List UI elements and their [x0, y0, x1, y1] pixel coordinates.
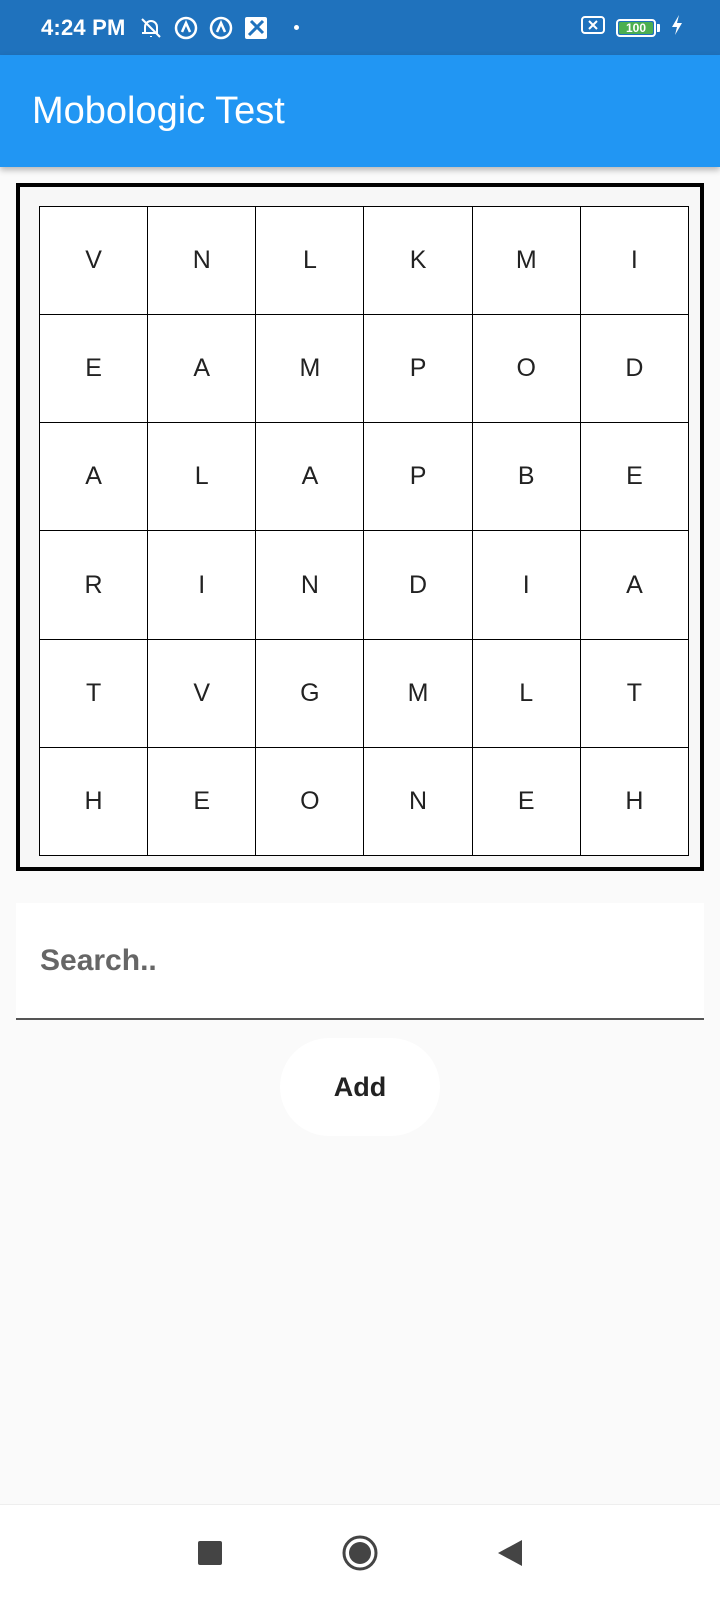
- grid-cell: P: [364, 315, 473, 424]
- grid-cell: B: [472, 423, 581, 532]
- grid-cell: P: [364, 423, 473, 532]
- grid-cell: H: [580, 747, 689, 856]
- grid-cell: N: [148, 207, 257, 316]
- grid-cell: D: [364, 531, 473, 640]
- grid-cell: T: [580, 639, 689, 748]
- grid-cell: L: [256, 207, 365, 316]
- grid-cell: I: [580, 207, 689, 316]
- add-button[interactable]: Add: [280, 1038, 440, 1136]
- grid-cell: O: [256, 747, 365, 856]
- battery-level: 100: [625, 20, 647, 35]
- circle-a-icon: [208, 15, 234, 41]
- grid-cell: L: [148, 423, 257, 532]
- search-input[interactable]: [16, 943, 704, 978]
- sim-x-icon: [580, 15, 606, 40]
- grid-cell: E: [472, 747, 581, 856]
- status-icons-right: 100: [580, 0, 684, 55]
- navigation-bar: [0, 1504, 720, 1601]
- grid-cell: R: [40, 531, 149, 640]
- recents-square-icon: [198, 1541, 222, 1565]
- notification-dot: [293, 25, 299, 30]
- grid-cell: E: [40, 315, 149, 424]
- app-icon: [243, 15, 269, 41]
- grid-cell: A: [148, 315, 257, 424]
- grid-cell: A: [580, 531, 689, 640]
- status-icons-left: [138, 15, 299, 41]
- app-bar: Mobologic Test: [0, 55, 720, 167]
- home-button[interactable]: [330, 1505, 390, 1601]
- grid-cell: I: [472, 531, 581, 640]
- grid-cell: V: [40, 207, 149, 316]
- grid-cell: O: [472, 315, 581, 424]
- mute-bell-icon: [138, 15, 164, 41]
- battery-tip: [657, 23, 660, 32]
- grid-cell: E: [148, 747, 257, 856]
- grid-cell: L: [472, 639, 581, 748]
- grid-cell: I: [148, 531, 257, 640]
- grid-cell: A: [256, 423, 365, 532]
- grid-cell: V: [148, 639, 257, 748]
- grid-cell: N: [256, 531, 365, 640]
- grid-cell: G: [256, 639, 365, 748]
- grid-cell: T: [40, 639, 149, 748]
- grid-cell: M: [256, 315, 365, 424]
- grid-cell: K: [364, 207, 473, 316]
- grid-cell: H: [40, 747, 149, 856]
- grid-cell: N: [364, 747, 473, 856]
- app-title: Mobologic Test: [32, 89, 285, 132]
- letter-grid: VNLKMIEAMPODALAPBERINDIATVGMLTHEONEH: [39, 206, 689, 856]
- grid-cell: M: [472, 207, 581, 316]
- grid-cell: M: [364, 639, 473, 748]
- grid-cell: E: [580, 423, 689, 532]
- back-triangle-icon: [498, 1540, 522, 1566]
- back-button[interactable]: [480, 1505, 540, 1601]
- home-circle-icon: [342, 1535, 378, 1571]
- grid-cell: D: [580, 315, 689, 424]
- battery-icon: 100: [616, 18, 656, 37]
- letter-grid-card: VNLKMIEAMPODALAPBERINDIATVGMLTHEONEH: [16, 183, 704, 871]
- search-field[interactable]: [16, 903, 704, 1020]
- status-bar: 4:24 PM 100: [0, 0, 720, 55]
- charging-icon: [670, 14, 684, 41]
- recents-button[interactable]: [180, 1505, 240, 1601]
- circle-a-icon: [173, 15, 199, 41]
- grid-cell: A: [40, 423, 149, 532]
- status-time: 4:24 PM: [41, 14, 126, 40]
